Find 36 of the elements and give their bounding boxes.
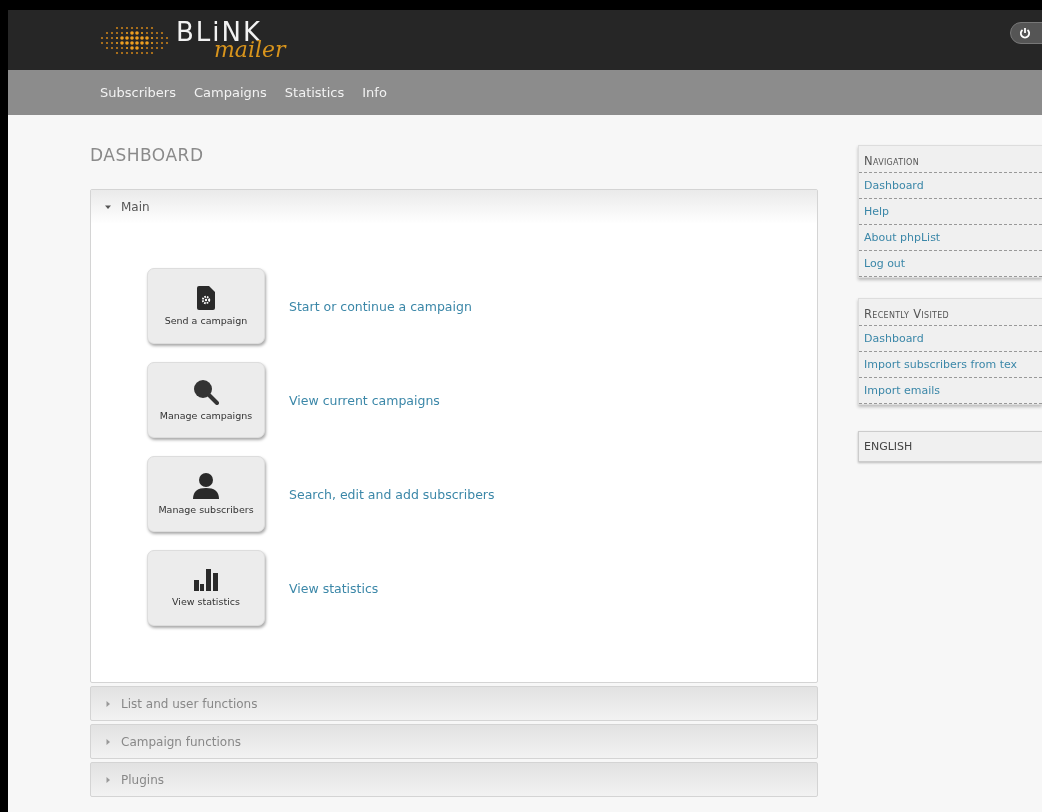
caret-icon (105, 738, 111, 745)
menu-item[interactable]: Campaigns (194, 85, 267, 100)
sidebar-link[interactable]: Dashboard (859, 173, 1042, 199)
section-header[interactable]: List and user functions (91, 687, 817, 720)
sidebar-link[interactable]: Dashboard (859, 326, 1042, 352)
action-link[interactable]: View statistics (289, 580, 379, 596)
action-button[interactable]: View statistics (147, 550, 265, 626)
power-icon (1019, 27, 1031, 39)
panel-title: Recently Visited (859, 299, 1042, 326)
menu-item[interactable]: Info (362, 85, 387, 100)
document-gear-icon (197, 286, 215, 310)
page-title: DASHBOARD (90, 145, 205, 165)
action-link[interactable]: Search, edit and add subscribers (289, 486, 495, 502)
sidebar-link[interactable]: About phpList (859, 225, 1042, 251)
action-button[interactable]: Manage campaigns (147, 362, 265, 438)
action-button[interactable]: Send a campaign (147, 268, 265, 344)
sidebar-link[interactable]: Import emails (859, 378, 1042, 404)
section-header[interactable]: Campaign functions (91, 725, 817, 758)
language-selector[interactable]: ENGLISH (858, 431, 1042, 462)
menu-item[interactable]: Subscribers (100, 85, 176, 100)
magnifier-icon (193, 379, 219, 405)
sidebar-link[interactable]: Help (859, 199, 1042, 225)
sidebar-link[interactable]: Log out (859, 251, 1042, 277)
panel-title: Navigation (859, 146, 1042, 173)
bar-chart-icon (194, 569, 218, 591)
caret-icon (105, 776, 111, 783)
caret-icon (105, 700, 111, 707)
person-icon (192, 473, 220, 499)
menu-item[interactable]: Statistics (284, 85, 345, 100)
section-header[interactable]: Plugins (91, 763, 817, 796)
power-button[interactable] (1010, 22, 1042, 44)
action-link[interactable]: View current campaigns (289, 392, 440, 408)
action-link[interactable]: Start or continue a campaign (289, 298, 472, 314)
caret-icon (105, 204, 111, 210)
action-button[interactable]: Manage subscribers (147, 456, 265, 532)
sidebar-link[interactable]: Import subscribers from tex (859, 352, 1042, 378)
